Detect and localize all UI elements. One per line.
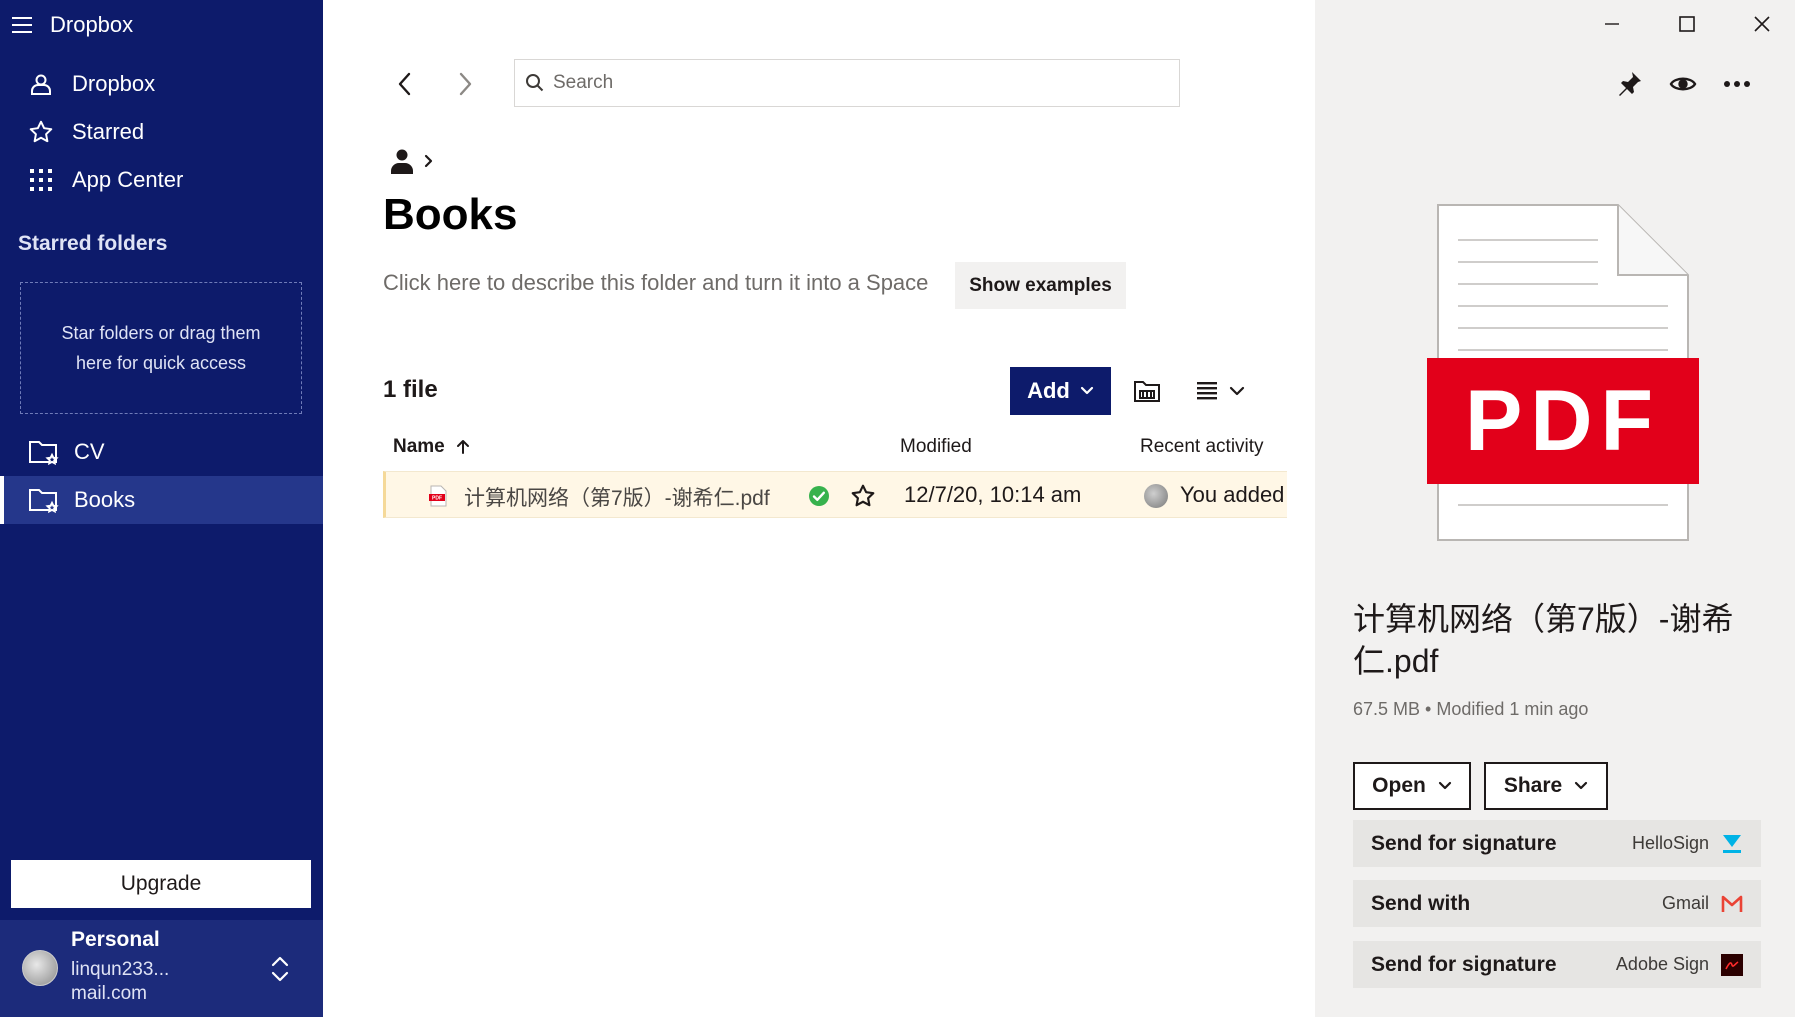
sidebar-header: Dropbox [12, 8, 133, 42]
sidebar-item-app-center[interactable]: App Center [0, 156, 323, 204]
eye-icon[interactable] [1669, 72, 1697, 96]
action-service: Gmail [1661, 893, 1709, 913]
upgrade-button[interactable]: Upgrade [11, 860, 311, 908]
drop-zone-hint: Star folders or drag them here for quick… [61, 318, 260, 378]
starred-folders-heading: Starred folders [18, 232, 168, 255]
view-options-button[interactable] [1197, 378, 1247, 404]
pin-icon[interactable] [1615, 70, 1643, 98]
star-icon [28, 119, 54, 145]
sidebar-item-label: App Center [72, 167, 184, 192]
star-icon[interactable] [850, 483, 876, 509]
folder-description-prompt[interactable]: Click here to describe this folder and t… [383, 270, 928, 296]
action-service: HelloSign [1631, 833, 1709, 853]
grid-icon [28, 167, 54, 193]
file-modified: 12/7/20, 10:14 am [904, 482, 1082, 507]
window-minimize-icon[interactable] [1602, 14, 1622, 34]
add-button-label: Add [1027, 378, 1070, 403]
back-arrow-icon[interactable] [393, 70, 417, 98]
synced-check-icon [809, 486, 829, 506]
chevron-down-icon [1229, 386, 1245, 396]
chevron-up-down-icon[interactable] [268, 954, 292, 984]
file-count: 1 file [383, 376, 438, 403]
starred-folder-icon [29, 489, 59, 514]
dropbox-app: Dropbox Dropbox Starred App Center Starr… [0, 0, 1795, 1017]
column-header-name[interactable]: Name [393, 436, 471, 458]
hellosign-icon [1721, 833, 1743, 855]
search-box[interactable] [514, 59, 1180, 107]
person-icon [28, 71, 54, 97]
folder-label: Books [74, 487, 136, 512]
account-switcher[interactable]: Personal linqun233... mail.com [0, 920, 323, 1017]
column-header-label: Name [393, 436, 445, 457]
starred-folder-list: CV Books [0, 428, 323, 524]
chevron-down-icon [1438, 781, 1451, 790]
list-view-icon [1197, 382, 1217, 400]
column-header-recent-activity[interactable]: Recent activity [1140, 436, 1264, 458]
adobe-sign-icon [1721, 953, 1743, 976]
account-name: Personal [71, 928, 160, 951]
pdf-badge-text: PDF [1465, 373, 1661, 469]
file-activity: You added [1180, 482, 1285, 507]
action-service: Adobe Sign [1615, 954, 1709, 974]
sidebar-item-label: Dropbox [72, 71, 156, 96]
activity-avatar [1144, 484, 1168, 508]
send-with-gmail-button[interactable]: Send with Gmail [1353, 880, 1761, 927]
avatar [22, 950, 58, 986]
sidebar: Dropbox Dropbox Starred App Center Starr… [0, 0, 323, 1017]
sidebar-nav: Dropbox Starred App Center [0, 60, 323, 204]
drop-zone-hint-line2: here for quick access [75, 353, 247, 373]
send-for-signature-hellosign-button[interactable]: Send for signature HelloSign [1353, 820, 1761, 867]
sidebar-folder-books[interactable]: Books [0, 476, 323, 524]
table-row[interactable]: PDF 计算机网络（第7版）-谢希仁.pdf 12/7/20, 10:14 am… [383, 471, 1287, 518]
search-icon [526, 74, 544, 92]
main-content: Books Click here to describe this folder… [323, 0, 1315, 1017]
send-for-signature-adobe-sign-button[interactable]: Send for signature Adobe Sign [1353, 941, 1761, 988]
file-details-panel: PDF 计算机网络（第7版）-谢希仁.pdf 67.5 MB • Modifie… [1315, 0, 1795, 1017]
drop-zone-hint-line1: Star folders or drag them [61, 323, 261, 343]
chevron-right-icon [424, 154, 433, 168]
panel-file-name: 计算机网络（第7版）-谢希仁.pdf [1353, 601, 1734, 679]
column-header-modified[interactable]: Modified [900, 436, 972, 458]
account-email-line2: mail.com [71, 983, 148, 1004]
chevron-down-icon [1575, 781, 1588, 790]
forward-arrow-icon[interactable] [453, 70, 477, 98]
share-button-label: Share [1503, 774, 1563, 797]
folder-label: CV [74, 439, 105, 464]
more-options-icon[interactable] [1723, 72, 1751, 96]
action-label: Send for signature [1371, 952, 1557, 976]
search-input[interactable] [553, 72, 1153, 94]
account-email-line1: linqun233... [71, 959, 170, 980]
open-button-label: Open [1372, 774, 1426, 797]
sidebar-item-dropbox[interactable]: Dropbox [0, 60, 323, 108]
share-button[interactable]: Share [1484, 762, 1608, 810]
starred-drop-zone[interactable]: Star folders or drag them here for quick… [20, 282, 302, 414]
show-examples-button[interactable]: Show examples [955, 262, 1126, 309]
sidebar-folder-cv[interactable]: CV [0, 428, 323, 476]
starred-folder-icon [29, 441, 59, 466]
action-label: Send for signature [1371, 831, 1557, 855]
sort-ascending-arrow-icon [456, 440, 469, 454]
pdf-file-icon: PDF [429, 485, 447, 507]
panel-file-meta: 67.5 MB • Modified 1 min ago [1353, 699, 1589, 719]
pdf-preview-thumbnail[interactable]: PDF [1421, 200, 1711, 545]
new-folder-icon[interactable] [1133, 378, 1161, 404]
gmail-icon [1721, 893, 1743, 915]
file-name[interactable]: 计算机网络（第7版）-谢希仁.pdf [464, 482, 770, 512]
action-label: Send with [1371, 891, 1471, 915]
chevron-down-icon [1080, 386, 1093, 395]
home-person-icon[interactable] [390, 148, 414, 174]
svg-text:PDF: PDF [432, 496, 442, 502]
window-close-icon[interactable] [1752, 14, 1772, 34]
add-button[interactable]: Add [1010, 367, 1111, 415]
sidebar-item-label: Starred [72, 119, 145, 144]
page-title: Books [383, 190, 518, 239]
hamburger-menu-icon[interactable] [12, 14, 34, 36]
open-button[interactable]: Open [1353, 762, 1471, 810]
breadcrumb [390, 148, 436, 174]
window-maximize-icon[interactable] [1677, 14, 1697, 34]
app-title: Dropbox [50, 12, 134, 37]
sidebar-item-starred[interactable]: Starred [0, 108, 323, 156]
